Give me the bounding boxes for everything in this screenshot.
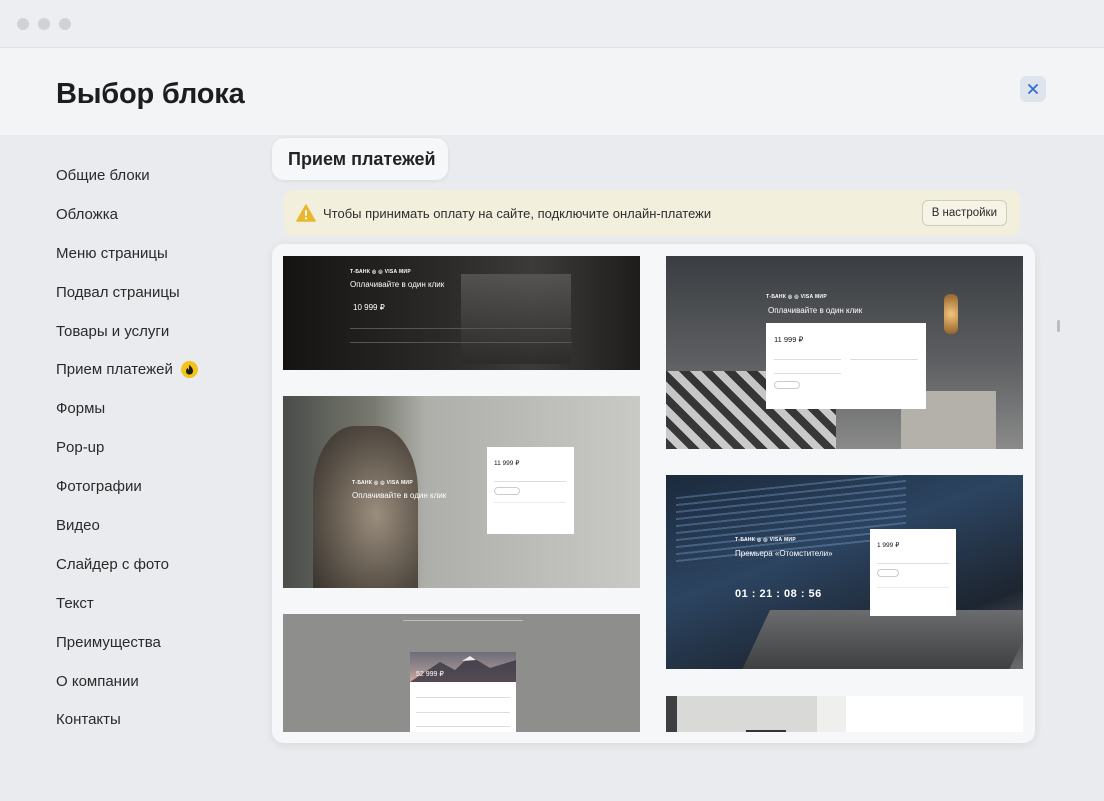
- window-minimize-dot[interactable]: [38, 18, 50, 30]
- sidebar-item-label: Контакты: [56, 711, 121, 729]
- field-line: [416, 697, 510, 698]
- sidebar-item-label: Товары и услуги: [56, 322, 170, 340]
- template-thumbnail[interactable]: Т-БАНК ◎ ◎ VISA МИР Оплачивайте в один к…: [666, 256, 1023, 449]
- sidebar-item-label: Текст: [56, 594, 94, 612]
- page-title: Выбор блока: [56, 78, 245, 110]
- template-thumbnail[interactable]: Т-БАНК ◎ ◎ VISA МИР Оплачивайте в один к…: [283, 396, 640, 588]
- template-gallery: Т-БАНК ◎ ◎ VISA МИР Оплачивайте в один к…: [272, 244, 1035, 743]
- modal-header: Выбор блока: [0, 48, 1104, 135]
- close-button[interactable]: [1020, 76, 1046, 102]
- warning-icon: [296, 204, 316, 222]
- section-title: Прием платежей: [272, 138, 448, 180]
- template-price: 52 999 ₽: [416, 671, 444, 678]
- fire-icon: [180, 361, 198, 379]
- category-sidebar: Общие блоки Обложка Меню страницы Подвал…: [56, 156, 256, 739]
- template-price: 11 999 ₽: [774, 335, 804, 344]
- payment-card: 11 999 ₽: [487, 447, 574, 534]
- template-thumbnail[interactable]: Т-БАНК ◎ ◎ VISA МИР Премьера «Отомстител…: [666, 475, 1023, 669]
- sidebar-item-cover[interactable]: Обложка: [56, 195, 256, 234]
- sidebar-item-advantages[interactable]: Преимущества: [56, 623, 256, 662]
- field-line: [416, 726, 510, 727]
- payment-card: 1 999 ₽: [870, 529, 956, 616]
- template-heading: Оплачивайте в один клик: [768, 306, 863, 315]
- payment-logos: Т-БАНК ◎ ◎ VISA МИР: [735, 537, 796, 543]
- field-line: [877, 587, 949, 588]
- field-line: [494, 481, 566, 482]
- sidebar-item-label: Прием платежей: [56, 361, 173, 379]
- template-heading: Оплачивайте в один клик: [350, 280, 445, 289]
- field-line: [494, 502, 566, 503]
- pay-button: [494, 487, 520, 495]
- sidebar-item-popup[interactable]: Pop-up: [56, 428, 256, 467]
- field-line: [850, 359, 918, 360]
- template-thumbnail[interactable]: [666, 696, 1023, 732]
- pay-button: [877, 569, 899, 577]
- window-graphic: [461, 274, 571, 364]
- template-price: 11 999 ₽: [494, 460, 520, 467]
- lamp-graphic: [944, 294, 958, 334]
- payments-notice: Чтобы принимать оплату на сайте, подключ…: [284, 190, 1020, 236]
- sidebar-item-payments[interactable]: Прием платежей: [56, 350, 256, 389]
- window-titlebar: [0, 0, 1104, 48]
- window-close-dot[interactable]: [17, 18, 29, 30]
- room-graphic: [666, 696, 846, 732]
- sidebar-item-label: Меню страницы: [56, 244, 168, 262]
- sidebar-item-label: Преимущества: [56, 633, 161, 651]
- caption-line: [403, 620, 523, 621]
- sidebar-item-label: Pop-up: [56, 439, 105, 457]
- scrollbar-thumb[interactable]: [1057, 320, 1060, 332]
- divider: [350, 342, 572, 343]
- sidebar-item-label: Формы: [56, 400, 106, 418]
- sidebar-item-photos[interactable]: Фотографии: [56, 467, 256, 506]
- divider: [350, 328, 572, 329]
- sidebar-item-text[interactable]: Текст: [56, 584, 256, 623]
- sidebar-item-label: Общие блоки: [56, 166, 150, 184]
- field-line: [416, 712, 510, 713]
- sidebar-item-footer[interactable]: Подвал страницы: [56, 273, 256, 312]
- window-maximize-dot[interactable]: [59, 18, 71, 30]
- template-heading: Премьера «Отомстители»: [735, 549, 833, 558]
- template-heading: Оплачивайте в один клик: [352, 491, 447, 500]
- sidebar-item-video[interactable]: Видео: [56, 506, 256, 545]
- template-thumbnail[interactable]: 52 999 ₽: [283, 614, 640, 732]
- field-line: [877, 563, 949, 564]
- notice-text: Чтобы принимать оплату на сайте, подключ…: [323, 205, 712, 221]
- sidebar-item-products[interactable]: Товары и услуги: [56, 312, 256, 351]
- sidebar-item-label: Видео: [56, 516, 100, 534]
- payment-logos: Т-БАНК ◎ ◎ VISA МИР: [766, 294, 827, 300]
- sidebar-item-forms[interactable]: Формы: [56, 389, 256, 428]
- field-line: [774, 359, 841, 360]
- sidebar-item-slider[interactable]: Слайдер с фото: [56, 545, 256, 584]
- field-line: [774, 373, 841, 374]
- frame-graphic: [746, 730, 786, 732]
- keyboard-graphic: [742, 610, 1023, 669]
- template-price: 1 999 ₽: [877, 542, 900, 549]
- countdown-timer: 01 : 21 : 08 : 56: [735, 588, 822, 600]
- sidebar-item-contacts[interactable]: Контакты: [56, 700, 256, 739]
- payment-card: 11 999 ₽: [766, 323, 926, 409]
- template-thumbnail[interactable]: Т-БАНК ◎ ◎ VISA МИР Оплачивайте в один к…: [283, 256, 640, 370]
- sidebar-item-label: Обложка: [56, 205, 118, 223]
- payment-logos: Т-БАНК ◎ ◎ VISA МИР: [350, 269, 411, 275]
- sidebar-item-label: Слайдер с фото: [56, 555, 169, 573]
- sidebar-item-about[interactable]: О компании: [56, 662, 256, 701]
- pay-button: [774, 381, 800, 389]
- template-price: 10 999 ₽: [353, 303, 385, 312]
- payment-card: 52 999 ₽: [410, 652, 516, 732]
- sidebar-item-menu[interactable]: Меню страницы: [56, 234, 256, 273]
- sidebar-item-label: Подвал страницы: [56, 283, 180, 301]
- payment-logos: Т-БАНК ◎ ◎ VISA МИР: [352, 480, 413, 486]
- settings-button[interactable]: В настройки: [921, 200, 1007, 226]
- sidebar-item-label: О компании: [56, 672, 139, 690]
- sidebar-item-label: Фотографии: [56, 478, 142, 496]
- sidebar-item-general[interactable]: Общие блоки: [56, 156, 256, 195]
- close-icon: [1028, 84, 1038, 94]
- cat-graphic: [313, 426, 418, 588]
